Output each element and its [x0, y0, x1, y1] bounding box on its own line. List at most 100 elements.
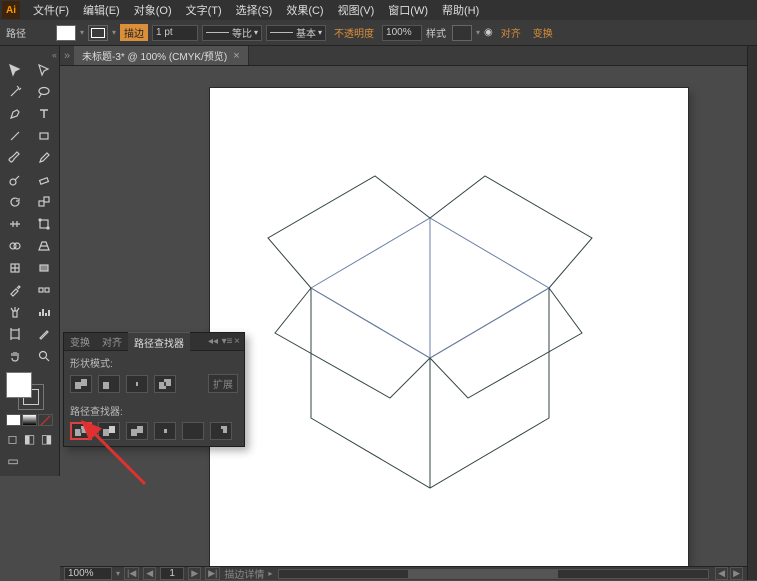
direct-selection-tool[interactable] — [31, 60, 57, 80]
color-mode-gradient[interactable] — [22, 414, 37, 426]
menu-file[interactable]: 文件(F) — [26, 0, 76, 20]
color-mode-none[interactable] — [38, 414, 53, 426]
pf-crop-button[interactable] — [154, 422, 176, 440]
zoom-level-input[interactable]: 100% — [64, 567, 112, 580]
rotate-tool[interactable] — [2, 192, 28, 212]
scale-tool[interactable] — [31, 192, 57, 212]
menu-select[interactable]: 选择(S) — [229, 0, 280, 20]
draw-normal-icon[interactable]: ◻ — [6, 432, 19, 446]
shape-intersect-button[interactable] — [126, 375, 148, 393]
menu-effect[interactable]: 效果(C) — [279, 0, 330, 20]
panel-collapse-icon[interactable]: ◂◂ — [206, 336, 220, 347]
free-transform-tool[interactable] — [31, 214, 57, 234]
pathfinders-label: 路径查找器: — [70, 403, 238, 418]
shape-expand-button[interactable]: 扩展 — [208, 374, 238, 393]
recolor-icon[interactable]: ◉ — [484, 27, 493, 38]
panel-close-icon[interactable]: × — [234, 336, 244, 347]
fill-stroke-indicator[interactable] — [6, 372, 44, 410]
draw-behind-icon[interactable]: ◧ — [23, 432, 36, 446]
pf-outline-button[interactable] — [182, 422, 204, 440]
hand-tool[interactable] — [2, 346, 28, 366]
menu-window[interactable]: 窗口(W) — [381, 0, 435, 20]
shape-minus-front-button[interactable] — [98, 375, 120, 393]
style-label: 样式 — [426, 25, 446, 40]
stroke-swatch[interactable] — [88, 25, 108, 41]
panel-tab-align[interactable]: 对齐 — [96, 332, 128, 352]
pf-minus-back-button[interactable] — [210, 422, 232, 440]
artboard-next-last-icon[interactable]: ▶| — [205, 567, 220, 580]
menu-type[interactable]: 文字(T) — [179, 0, 229, 20]
fill-dropdown-icon[interactable]: ▾ — [80, 28, 84, 37]
magic-wand-tool[interactable] — [2, 82, 28, 102]
selection-type-label: 路径 — [6, 25, 26, 40]
width-tool[interactable] — [2, 214, 28, 234]
hscroll-right-icon[interactable]: ▶ — [730, 567, 743, 580]
panel-tab-transform[interactable]: 变换 — [64, 332, 96, 352]
menu-object[interactable]: 对象(O) — [127, 0, 179, 20]
draw-inside-icon[interactable]: ◨ — [40, 432, 53, 446]
type-tool[interactable] — [31, 104, 57, 124]
tools-collapse-icon[interactable]: « — [2, 50, 57, 60]
color-mode-color[interactable] — [6, 414, 21, 426]
tab-arrange-icon[interactable]: » — [60, 50, 74, 62]
paintbrush-tool[interactable] — [2, 148, 28, 168]
screen-mode-icon[interactable]: ▭ — [6, 454, 20, 468]
opacity-input[interactable] — [382, 25, 422, 41]
selection-tool[interactable] — [2, 60, 28, 80]
document-tab[interactable]: 未标题-3* @ 100% (CMYK/预览) × — [74, 46, 249, 65]
blob-brush-tool[interactable] — [2, 170, 28, 190]
transform-link[interactable]: 变换 — [529, 24, 557, 41]
panel-menu-icon[interactable]: ▾≡ — [220, 336, 234, 347]
eyedropper-tool[interactable] — [2, 280, 28, 300]
slice-tool[interactable] — [31, 324, 57, 344]
artboard-next-icon[interactable]: ▶ — [188, 567, 201, 580]
pencil-tool[interactable] — [31, 148, 57, 168]
document-tab-close-icon[interactable]: × — [233, 50, 239, 62]
zoom-tool[interactable] — [31, 346, 57, 366]
horizontal-scrollbar[interactable] — [278, 569, 709, 579]
shape-unite-button[interactable] — [70, 375, 92, 393]
pf-trim-button[interactable] — [98, 422, 120, 440]
style-swatch[interactable] — [452, 25, 472, 41]
panel-tab-pathfinder[interactable]: 路径查找器 — [128, 332, 190, 352]
shape-exclude-button[interactable] — [154, 375, 176, 393]
canvas[interactable]: 变换 对齐 路径查找器 ◂◂ ▾≡ × 形状模式: 扩展 路径 — [60, 66, 747, 566]
line-segment-tool[interactable] — [2, 126, 28, 146]
gradient-tool[interactable] — [31, 258, 57, 278]
brush-def-select[interactable]: 基本▾ — [266, 25, 326, 41]
stroke-section-label: 描边 — [120, 24, 148, 41]
menu-edit[interactable]: 编辑(E) — [76, 0, 127, 20]
pen-tool[interactable] — [2, 104, 28, 124]
lasso-tool[interactable] — [31, 82, 57, 102]
stroke-weight-input[interactable] — [152, 25, 198, 41]
symbol-sprayer-tool[interactable] — [2, 302, 28, 322]
eraser-tool[interactable] — [31, 170, 57, 190]
hscroll-left-icon[interactable]: ◀ — [715, 567, 728, 580]
align-link[interactable]: 对齐 — [497, 24, 525, 41]
menu-view[interactable]: 视图(V) — [331, 0, 382, 20]
style-dropdown-icon[interactable]: ▾ — [476, 28, 480, 37]
pf-merge-button[interactable] — [126, 422, 148, 440]
fill-indicator[interactable] — [6, 372, 32, 398]
pathfinder-panel[interactable]: 变换 对齐 路径查找器 ◂◂ ▾≡ × 形状模式: 扩展 路径 — [63, 332, 245, 447]
artboard-prev-icon[interactable]: ◀ — [143, 567, 156, 580]
pf-divide-button[interactable] — [70, 422, 92, 440]
mesh-tool[interactable] — [2, 258, 28, 278]
stroke-dropdown-icon[interactable]: ▾ — [112, 28, 116, 37]
app-logo: Ai — [2, 1, 20, 19]
rectangle-tool[interactable] — [31, 126, 57, 146]
column-graph-tool[interactable] — [31, 302, 57, 322]
perspective-grid-tool[interactable] — [31, 236, 57, 256]
right-dock[interactable] — [747, 46, 757, 580]
width-profile-select[interactable]: 等比▾ — [202, 25, 262, 41]
artboard-number[interactable]: 1 — [160, 567, 184, 580]
fill-swatch[interactable] — [56, 25, 76, 41]
artboard-prev-first-icon[interactable]: |◀ — [124, 567, 139, 580]
shape-builder-tool[interactable] — [2, 236, 28, 256]
menu-help[interactable]: 帮助(H) — [435, 0, 486, 20]
status-bar: 100% ▾ |◀ ◀ 1 ▶ ▶| 描边详情 ▸ ◀ ▶ — [60, 566, 747, 580]
artboard-tool[interactable] — [2, 324, 28, 344]
blend-tool[interactable] — [31, 280, 57, 300]
shape-modes-label: 形状模式: — [70, 355, 238, 370]
artboard — [210, 88, 688, 566]
